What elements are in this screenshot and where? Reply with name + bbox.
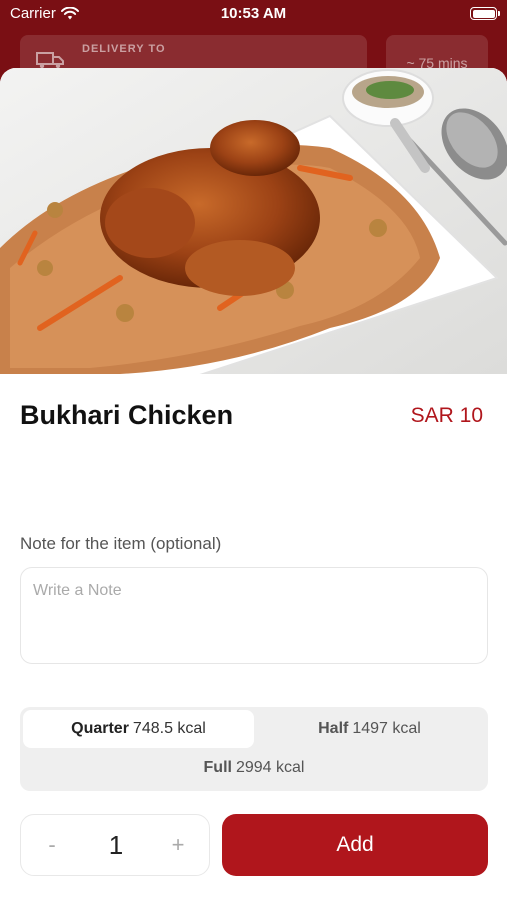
- status-bar: Carrier 10:53 AM: [0, 0, 507, 30]
- food-image: [0, 68, 507, 374]
- portion-kcal: 1497 kcal: [352, 720, 421, 737]
- portion-option-quarter[interactable]: Quarter 748.5 kcal: [23, 710, 254, 748]
- portion-selector: Quarter 748.5 kcal Half 1497 kcal Full 2…: [20, 707, 488, 791]
- portion-option-half[interactable]: Half 1497 kcal: [254, 710, 485, 748]
- decrement-button[interactable]: -: [27, 815, 77, 875]
- item-name: Bukhari Chicken: [20, 400, 234, 430]
- portion-name: Full: [203, 759, 232, 776]
- portion-name: Half: [318, 720, 349, 737]
- note-label: Note for the item (optional): [20, 534, 222, 553]
- truck-icon: [36, 52, 64, 69]
- add-button[interactable]: Add: [222, 814, 488, 876]
- note-field[interactable]: [20, 567, 488, 664]
- item-sheet: Bukhari Chicken SAR 10 Note for the item…: [0, 68, 507, 900]
- increment-button[interactable]: +: [153, 815, 203, 875]
- portion-name: Quarter: [71, 720, 129, 737]
- portion-option-full[interactable]: Full 2994 kcal: [23, 749, 485, 787]
- item-price: SAR 10: [410, 404, 483, 427]
- delivery-label: DELIVERY TO: [82, 43, 166, 55]
- portion-kcal: 2994 kcal: [235, 759, 305, 776]
- status-time: 10:53 AM: [220, 5, 287, 22]
- portion-kcal: 748.5 kcal: [132, 720, 206, 737]
- battery-icon: [470, 7, 500, 20]
- quantity-stepper: - 1 +: [20, 814, 210, 876]
